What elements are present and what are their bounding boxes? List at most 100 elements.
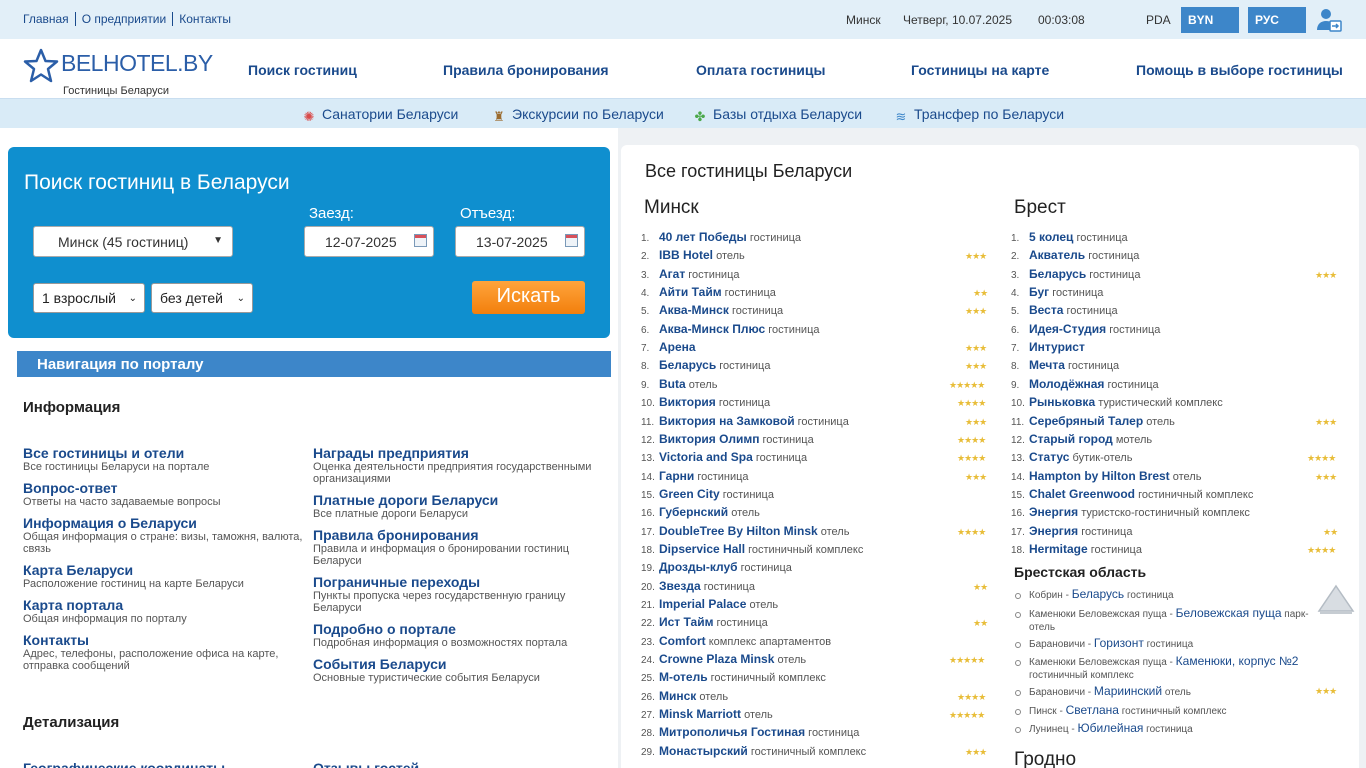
nav-hotel-search[interactable]: Поиск гостиниц [248,62,357,78]
hotel-row[interactable]: 13. Victoria and Spa гостиница [641,448,807,468]
hotel-name-link[interactable]: Митрополичья Гостиная [659,725,805,739]
hotel-name-link[interactable]: Виктория [659,395,716,409]
info-left-item[interactable]: Контакты Адрес, телефоны, расположение оф… [23,632,303,672]
hotel-name-link[interactable]: Buta [659,377,686,391]
info-right-item[interactable]: Правила бронирования Правила и информация… [313,527,593,567]
hotel-name-link[interactable]: Серебряный Талер [1029,414,1143,428]
checkout-input[interactable]: 13-07-2025 [455,226,585,257]
subnav-excursions[interactable]: ♜ Экскурсии по Беларуси [492,106,664,124]
hotel-name-link[interactable]: 40 лет Победы [659,230,747,244]
info-right-link[interactable]: События Беларуси [313,656,593,672]
hotel-row[interactable]: 15. Chalet Greenwood гостиничный комплекс [1011,485,1253,505]
hotel-name-link[interactable]: Арена [659,340,696,354]
info-left-item[interactable]: Вопрос-ответ Ответы на часто задаваемые в… [23,480,303,508]
hotel-name-link[interactable]: Беларусь [1029,267,1086,281]
hotel-name-link[interactable]: Crowne Plaza Minsk [659,652,774,666]
hotel-row[interactable]: 7. Интурист [1011,338,1085,358]
hotel-name-link[interactable]: Старый город [1029,432,1113,446]
hotel-name-link[interactable]: Imperial Palace [659,597,746,611]
hotel-row[interactable]: 2. IBB Hotel отель [641,246,745,266]
region-hotel-link[interactable]: Светлана [1066,703,1119,717]
hotel-name-link[interactable]: Мечта [1029,358,1065,372]
info-right-link[interactable]: Пограничные переходы [313,574,593,590]
hotel-name-link[interactable]: Comfort [659,634,706,648]
hotel-name-link[interactable]: Статус [1029,450,1069,464]
hotel-row[interactable]: 16. Губернский отель [641,503,760,523]
hotel-row[interactable]: 12. Виктория Олимп гостиница [641,430,814,450]
hotel-name-link[interactable]: Губернский [659,505,728,519]
hotel-row[interactable]: 24. Crowne Plaza Minsk отель [641,650,806,670]
hotel-name-link[interactable]: М-отель [659,670,708,684]
info-right-item[interactable]: Подробно о портале Подробная информация о… [313,621,593,649]
hotel-name-link[interactable]: IBB Hotel [659,248,713,262]
detail-link-coordinates[interactable]: Географические координаты [23,760,303,768]
info-right-link[interactable]: Награды предприятия [313,445,593,461]
language-button[interactable]: РУС [1248,7,1306,33]
info-right-item[interactable]: События Беларуси Основные туристические с… [313,656,593,684]
city-title-brest[interactable]: Брест [1014,197,1066,219]
hotel-row[interactable]: 13. Статус бутик-отель [1011,448,1132,468]
top-link-contacts[interactable]: Контакты [173,12,237,26]
info-right-item[interactable]: Награды предприятия Оценка деятельности п… [313,445,593,485]
region-title-brest[interactable]: Брестская область [1014,564,1146,580]
hotel-name-link[interactable]: Беларусь [659,358,716,372]
hotel-name-link[interactable]: Victoria and Spa [659,450,753,464]
top-link-about[interactable]: О предприятии [75,12,174,26]
hotel-name-link[interactable]: Веста [1029,303,1063,317]
hotel-name-link[interactable]: 5 колец [1029,230,1073,244]
hotel-name-link[interactable]: Minsk Marriott [659,707,741,721]
top-link-home[interactable]: Главная [23,12,76,26]
hotel-row[interactable]: 11. Серебряный Талер отель [1011,412,1175,432]
hotel-name-link[interactable]: Dipservice Hall [659,542,745,556]
hotel-name-link[interactable]: Минск [659,689,696,703]
hotel-name-link[interactable]: Энергия [1029,505,1078,519]
hotel-row[interactable]: 27. Minsk Marriott отель [641,705,773,725]
info-right-item[interactable]: Платные дороги Беларуси Все платные дорог… [313,492,593,520]
hotel-row[interactable]: 4. Айти Тайм гостиница [641,283,776,303]
currency-button[interactable]: BYN [1181,7,1239,33]
city-title-grodno[interactable]: Гродно [1014,749,1076,768]
scroll-top-icon[interactable] [1317,583,1355,615]
hotel-row[interactable]: 5. Веста гостиница [1011,301,1118,321]
hotel-name-link[interactable]: Молодёжная [1029,377,1104,391]
info-left-link[interactable]: Все гостиницы и отели [23,445,303,461]
hotel-row[interactable]: 9. Buta отель [641,375,717,395]
hotel-name-link[interactable]: Гарни [659,469,694,483]
hotel-name-link[interactable]: Айти Тайм [659,285,722,299]
hotel-name-link[interactable]: Ист Тайм [659,615,713,629]
subnav-sanatoriums[interactable]: ✺ Санатории Беларуси [302,106,459,124]
hotel-name-link[interactable]: Интурист [1029,340,1085,354]
calendar-icon[interactable] [414,234,427,247]
info-right-link[interactable]: Правила бронирования [313,527,593,543]
info-right-item[interactable]: Пограничные переходы Пункты пропуска чере… [313,574,593,614]
hotel-name-link[interactable]: Акватель [1029,248,1085,262]
nav-hotel-payment[interactable]: Оплата гостиницы [696,62,825,78]
info-left-item[interactable]: Карта Беларуси Расположение гостиниц на к… [23,562,303,590]
hotel-name-link[interactable]: Аква-Минск Плюс [659,322,765,336]
hotel-row[interactable]: 29. Монастырский гостиничный комплекс [641,742,866,762]
hotel-row[interactable]: 6. Аква-Минск Плюс гостиница [641,320,820,340]
region-hotel-link[interactable]: Каменюки, корпус №2 [1176,654,1299,668]
hotel-row[interactable]: 1. 5 колец гостиница [1011,228,1128,248]
hotel-row[interactable]: 22. Ист Тайм гостиница [641,613,768,633]
hotel-name-link[interactable]: Chalet Greenwood [1029,487,1135,501]
hotel-row[interactable]: 19. Дрозды-клуб гостиница [641,558,792,578]
hotel-row[interactable]: 20. Звезда гостиница [641,577,755,597]
hotel-row[interactable]: 10. Виктория гостиница [641,393,770,413]
hotel-row[interactable]: 11. Виктория на Замковой гостиница [641,412,849,432]
hotel-row[interactable]: 14. Гарни гостиница [641,467,749,487]
hotel-name-link[interactable]: Буг [1029,285,1049,299]
hotel-row[interactable]: 1. 40 лет Победы гостиница [641,228,801,248]
region-hotel-link[interactable]: Юбилейная [1078,721,1144,735]
hotel-name-link[interactable]: Идея-Студия [1029,322,1106,336]
city-select[interactable]: Минск (45 гостиниц) ▼ [33,226,233,257]
info-left-link[interactable]: Контакты [23,632,303,648]
hotel-row[interactable]: 17. DoubleTree By Hilton Minsk отель [641,522,849,542]
hotel-row[interactable]: 4. Буг гостиница [1011,283,1103,303]
info-right-link[interactable]: Платные дороги Беларуси [313,492,593,508]
nav-hotel-help[interactable]: Помощь в выборе гостиницы [1136,62,1343,78]
hotel-row[interactable]: 8. Мечта гостиница [1011,356,1119,376]
info-left-item[interactable]: Информация о Беларуси Общая информация о … [23,515,303,555]
hotel-row[interactable]: 14. Hampton by Hilton Brest отель [1011,467,1201,487]
nav-hotels-map[interactable]: Гостиницы на карте [911,62,1049,78]
